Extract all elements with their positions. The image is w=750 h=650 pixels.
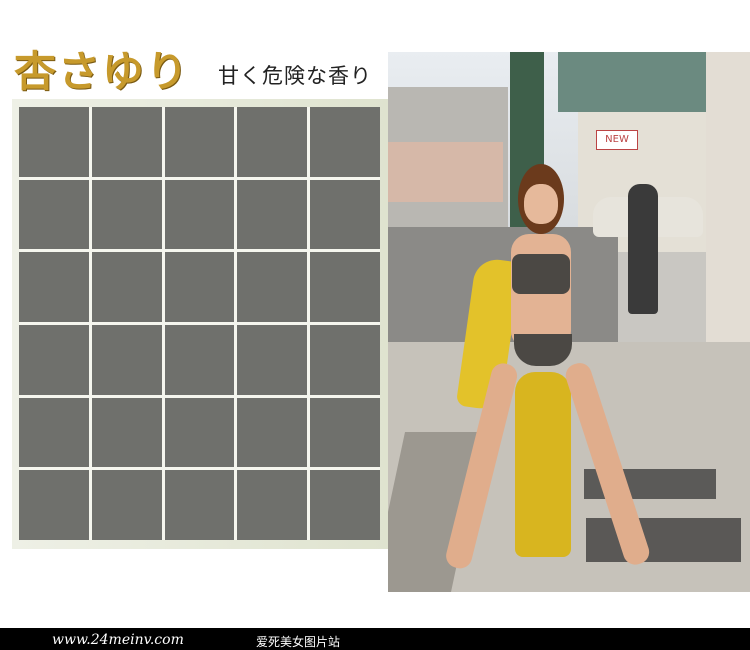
thumbnail-tile[interactable] xyxy=(91,397,162,468)
main-photo: NEW xyxy=(388,52,750,592)
thumbnail-tile[interactable] xyxy=(164,107,235,177)
thumbnail-grid xyxy=(19,107,380,540)
thumbnail-tile[interactable] xyxy=(237,179,308,250)
thumbnail-tile[interactable] xyxy=(237,397,308,468)
footer-url[interactable]: www.24meinv.com xyxy=(52,632,184,648)
thumbnail-tile[interactable] xyxy=(164,252,235,322)
thumbnail-tile[interactable] xyxy=(91,179,162,250)
thumbnail-tile[interactable] xyxy=(164,470,235,540)
model-face xyxy=(524,184,558,224)
thumbnail-tile[interactable] xyxy=(164,179,235,250)
photo-wall xyxy=(706,52,750,372)
page-title: 杏さゆり xyxy=(14,47,191,96)
thumbnail-tile[interactable] xyxy=(19,107,89,177)
thumbnail-tile[interactable] xyxy=(310,324,380,395)
thumbnail-tile[interactable] xyxy=(19,179,89,250)
model-bottom xyxy=(514,334,572,366)
thumbnail-tile[interactable] xyxy=(19,252,89,322)
thumbnail-tile[interactable] xyxy=(164,397,235,468)
thumbnail-tile[interactable] xyxy=(237,107,308,177)
thumbnail-tile[interactable] xyxy=(310,470,380,540)
photo-awning xyxy=(558,52,708,112)
thumbnail-tile[interactable] xyxy=(310,179,380,250)
thumbnail-tile[interactable] xyxy=(19,324,89,395)
thumbnail-tile[interactable] xyxy=(91,252,162,322)
thumbnail-tile[interactable] xyxy=(91,107,162,177)
thumbnail-tile[interactable] xyxy=(310,252,380,322)
footer-site-name: 爱死美女图片站 xyxy=(256,635,341,649)
model-top xyxy=(512,254,570,294)
thumbnail-tile[interactable] xyxy=(310,107,380,177)
thumbnail-tile[interactable] xyxy=(237,324,308,395)
store-sign: NEW xyxy=(596,130,638,150)
page-subtitle: 甘く危険な香り xyxy=(218,64,372,88)
thumbnail-tile[interactable] xyxy=(237,470,308,540)
photo-pedestrian xyxy=(628,184,658,314)
thumbnail-tile[interactable] xyxy=(164,324,235,395)
thumbnail-tile[interactable] xyxy=(237,252,308,322)
thumbnail-tile[interactable] xyxy=(19,397,89,468)
thumbnail-tile[interactable] xyxy=(310,397,380,468)
thumbnail-tile[interactable] xyxy=(19,470,89,540)
thumbnail-tile[interactable] xyxy=(91,324,162,395)
photo-model xyxy=(443,164,653,589)
thumbnail-tile[interactable] xyxy=(91,470,162,540)
